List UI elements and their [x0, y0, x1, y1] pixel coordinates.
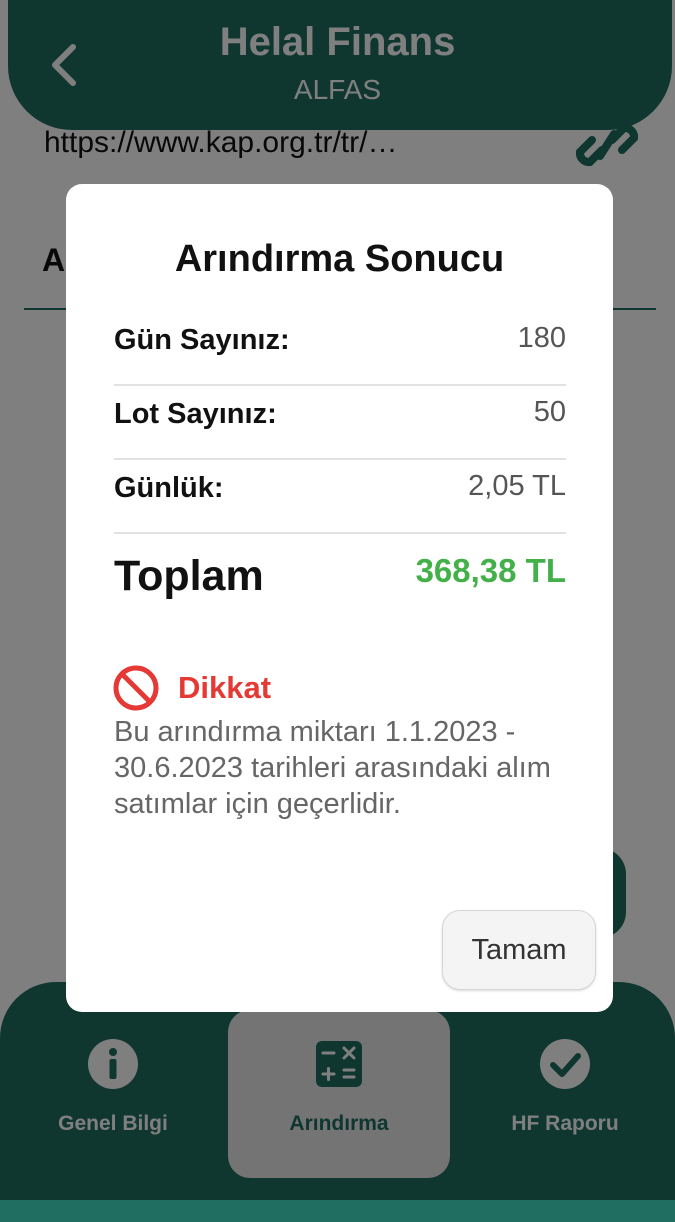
total-value: 368,38 TL — [415, 552, 566, 589]
total-row: Toplam 368,38 TL — [114, 534, 566, 614]
warning-text: Bu arındırma miktarı 1.1.2023 - 30.6.202… — [114, 716, 551, 820]
result-dialog: Arındırma Sonucu Gün Sayınız: 180 Lot Sa… — [66, 184, 613, 1012]
row-value: 180 — [517, 322, 566, 354]
row-label: Lot Sayınız: — [114, 398, 277, 430]
warning-header: Dikkat — [112, 664, 271, 712]
row-value: 2,05 TL — [468, 470, 566, 502]
row-label: Gün Sayınız: — [114, 324, 290, 356]
dialog-title: Arındırma Sonucu — [174, 238, 505, 280]
daily-row: Günlük: 2,05 TL — [114, 458, 566, 534]
warning-title: Dikkat — [178, 670, 272, 705]
day-count-row: Gün Sayınız: 180 — [114, 310, 566, 386]
total-label: Toplam — [114, 552, 264, 600]
row-label: Günlük: — [114, 472, 224, 504]
row-value: 50 — [533, 396, 566, 428]
lot-count-row: Lot Sayınız: 50 — [114, 384, 566, 460]
ok-button[interactable]: Tamam — [442, 910, 596, 990]
block-icon — [113, 665, 159, 711]
